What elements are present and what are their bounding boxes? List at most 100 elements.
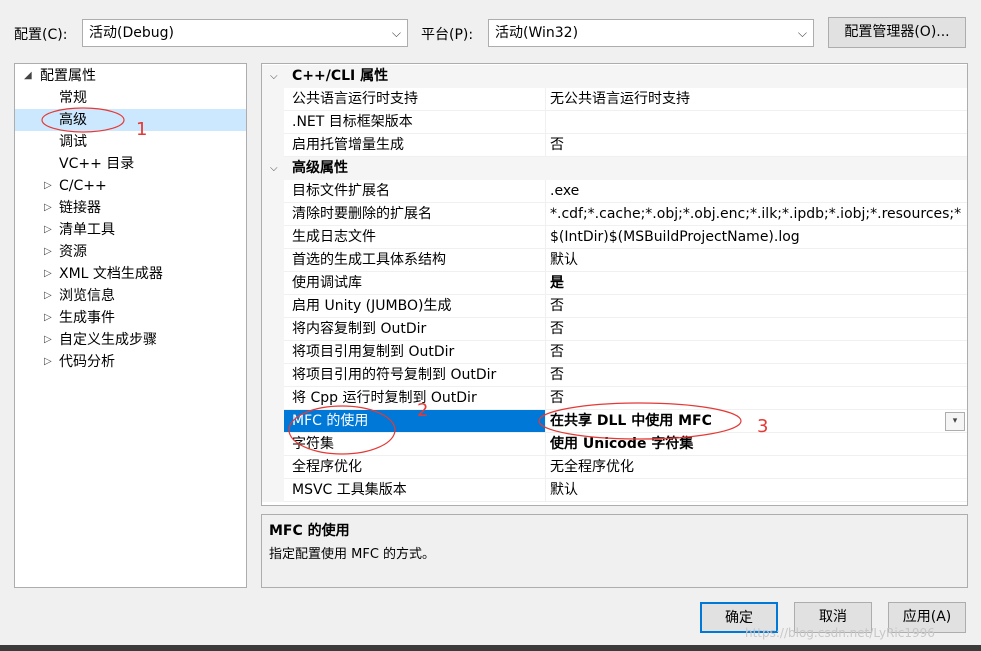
chevron-down-icon[interactable]: ▾ bbox=[945, 412, 965, 431]
config-manager-button[interactable]: 配置管理器(O)... bbox=[828, 17, 966, 48]
tree-item-label: 浏览信息 bbox=[59, 288, 115, 304]
tree-item-label: 代码分析 bbox=[59, 354, 115, 370]
tree-item-label: 高级 bbox=[59, 112, 87, 128]
property-value[interactable]: 否 bbox=[546, 295, 967, 318]
property-row[interactable]: 使用调试库 是 bbox=[262, 272, 967, 295]
property-value[interactable]: 否 bbox=[546, 387, 967, 410]
tree-item-label: 常规 bbox=[59, 90, 87, 106]
tree-root-label: 配置属性 bbox=[40, 68, 96, 84]
property-row[interactable]: 启用 Unity (JUMBO)生成 否 bbox=[262, 295, 967, 318]
property-value[interactable]: 否 bbox=[546, 134, 967, 157]
property-name: 将项目引用复制到 OutDir bbox=[284, 341, 546, 364]
platform-label: 平台(P): bbox=[421, 27, 474, 43]
expanded-triangle-icon[interactable]: ◢ bbox=[24, 65, 32, 87]
toolbar: 配置(C): 活动(Debug) ⌵ 平台(P): 活动(Win32) ⌵ 配置… bbox=[0, 0, 981, 62]
description-text: 指定配置使用 MFC 的方式。 bbox=[269, 547, 436, 562]
tree-item-label: 生成事件 bbox=[59, 310, 115, 326]
property-name: 目标文件扩展名 bbox=[284, 180, 546, 203]
collapsed-triangle-icon[interactable]: ▷ bbox=[44, 241, 52, 263]
category-advanced-properties[interactable]: ⌵ 高级属性 bbox=[262, 157, 967, 180]
property-name: 使用调试库 bbox=[284, 272, 546, 295]
collapsed-triangle-icon[interactable]: ▷ bbox=[44, 351, 52, 373]
collapsed-triangle-icon[interactable]: ▷ bbox=[44, 175, 52, 197]
collapsed-triangle-icon[interactable]: ▷ bbox=[44, 197, 52, 219]
property-name: MFC 的使用 bbox=[284, 410, 546, 433]
tree-item-label: 自定义生成步骤 bbox=[59, 332, 157, 348]
expanded-chevron-icon[interactable]: ⌵ bbox=[270, 157, 278, 180]
property-value[interactable]: 无公共语言运行时支持 bbox=[546, 88, 967, 111]
property-value[interactable]: $(IntDir)$(MSBuildProjectName).log bbox=[546, 226, 967, 249]
collapsed-triangle-icon[interactable]: ▷ bbox=[44, 329, 52, 351]
tree-item-code-analysis[interactable]: ▷ 代码分析 bbox=[15, 351, 246, 373]
config-value: 活动(Debug) bbox=[89, 25, 174, 41]
tree-item-cpp[interactable]: ▷ C/C++ bbox=[15, 175, 246, 197]
property-name: 将 Cpp 运行时复制到 OutDir bbox=[284, 387, 546, 410]
category-label: 高级属性 bbox=[292, 160, 348, 176]
property-row[interactable]: 生成日志文件 $(IntDir)$(MSBuildProjectName).lo… bbox=[262, 226, 967, 249]
category-cli-properties[interactable]: ⌵ C++/CLI 属性 bbox=[262, 65, 967, 88]
property-value[interactable]: *.cdf;*.cache;*.obj;*.obj.enc;*.ilk;*.ip… bbox=[546, 203, 967, 226]
tree-item-browse-info[interactable]: ▷ 浏览信息 bbox=[15, 285, 246, 307]
platform-value: 活动(Win32) bbox=[495, 25, 579, 41]
property-value[interactable]: 默认 bbox=[546, 249, 967, 272]
chevron-down-icon: ⌵ bbox=[797, 26, 807, 40]
config-select[interactable]: 活动(Debug) ⌵ bbox=[82, 19, 408, 47]
property-row[interactable]: 将内容复制到 OutDir 否 bbox=[262, 318, 967, 341]
bottom-strip bbox=[0, 645, 981, 651]
tree-item-general[interactable]: 常规 bbox=[15, 87, 246, 109]
property-row[interactable]: 字符集 使用 Unicode 字符集 bbox=[262, 433, 967, 456]
property-name: 启用托管增量生成 bbox=[284, 134, 546, 157]
property-value[interactable]: 默认 bbox=[546, 479, 967, 502]
tree-item-manifest-tool[interactable]: ▷ 清单工具 bbox=[15, 219, 246, 241]
property-row[interactable]: 将 Cpp 运行时复制到 OutDir 否 bbox=[262, 387, 967, 410]
property-name: 启用 Unity (JUMBO)生成 bbox=[284, 295, 546, 318]
property-row[interactable]: 首选的生成工具体系结构 默认 bbox=[262, 249, 967, 272]
property-row-mfc-usage[interactable]: MFC 的使用 在共享 DLL 中使用 MFC ▾ bbox=[262, 410, 967, 433]
tree-item-label: XML 文档生成器 bbox=[59, 266, 163, 282]
property-row[interactable]: .NET 目标框架版本 bbox=[262, 111, 967, 134]
platform-select[interactable]: 活动(Win32) ⌵ bbox=[488, 19, 814, 47]
tree-item-build-events[interactable]: ▷ 生成事件 bbox=[15, 307, 246, 329]
property-value[interactable]: 是 bbox=[546, 272, 967, 295]
tree-item-label: 资源 bbox=[59, 244, 87, 260]
property-name: 首选的生成工具体系结构 bbox=[284, 249, 546, 272]
property-name: 生成日志文件 bbox=[284, 226, 546, 249]
tree-item-custom-build-step[interactable]: ▷ 自定义生成步骤 bbox=[15, 329, 246, 351]
tree-item-resources[interactable]: ▷ 资源 bbox=[15, 241, 246, 263]
category-label: C++/CLI 属性 bbox=[292, 68, 389, 84]
tree-item-xml-doc-generator[interactable]: ▷ XML 文档生成器 bbox=[15, 263, 246, 285]
property-grid: ⌵ C++/CLI 属性 公共语言运行时支持 无公共语言运行时支持 .NET 目… bbox=[261, 63, 968, 506]
property-value[interactable]: 否 bbox=[546, 341, 967, 364]
property-row[interactable]: 目标文件扩展名 .exe bbox=[262, 180, 967, 203]
annotation-number-3: 3 bbox=[757, 416, 769, 437]
tree-item-linker[interactable]: ▷ 链接器 bbox=[15, 197, 246, 219]
annotation-number-1: 1 bbox=[136, 119, 148, 140]
property-row[interactable]: 公共语言运行时支持 无公共语言运行时支持 bbox=[262, 88, 967, 111]
tree-item-vc-directories[interactable]: VC++ 目录 bbox=[15, 153, 246, 175]
tree-item-debugging[interactable]: 调试 bbox=[15, 131, 246, 153]
tree-item-advanced[interactable]: 高级 bbox=[15, 109, 246, 131]
property-row[interactable]: 清除时要删除的扩展名 *.cdf;*.cache;*.obj;*.obj.enc… bbox=[262, 203, 967, 226]
tree-root[interactable]: ◢ 配置属性 bbox=[15, 65, 246, 87]
property-value[interactable]: 否 bbox=[546, 364, 967, 387]
collapsed-triangle-icon[interactable]: ▷ bbox=[44, 307, 52, 329]
property-row[interactable]: 启用托管增量生成 否 bbox=[262, 134, 967, 157]
property-value[interactable] bbox=[546, 111, 967, 134]
tree-item-label: 链接器 bbox=[59, 200, 101, 216]
collapsed-triangle-icon[interactable]: ▷ bbox=[44, 285, 52, 307]
description-panel: MFC 的使用 指定配置使用 MFC 的方式。 bbox=[261, 514, 968, 588]
collapsed-triangle-icon[interactable]: ▷ bbox=[44, 263, 52, 285]
property-row[interactable]: MSVC 工具集版本 默认 bbox=[262, 479, 967, 502]
expanded-chevron-icon[interactable]: ⌵ bbox=[270, 65, 278, 88]
collapsed-triangle-icon[interactable]: ▷ bbox=[44, 219, 52, 241]
property-name: 全程序优化 bbox=[284, 456, 546, 479]
property-row[interactable]: 将项目引用的符号复制到 OutDir 否 bbox=[262, 364, 967, 387]
tree-item-label: VC++ 目录 bbox=[59, 156, 135, 172]
property-value[interactable]: .exe bbox=[546, 180, 967, 203]
property-name: 将项目引用的符号复制到 OutDir bbox=[284, 364, 546, 387]
property-row[interactable]: 将项目引用复制到 OutDir 否 bbox=[262, 341, 967, 364]
property-name: 清除时要删除的扩展名 bbox=[284, 203, 546, 226]
property-row[interactable]: 全程序优化 无全程序优化 bbox=[262, 456, 967, 479]
property-value[interactable]: 否 bbox=[546, 318, 967, 341]
property-value[interactable]: 无全程序优化 bbox=[546, 456, 967, 479]
